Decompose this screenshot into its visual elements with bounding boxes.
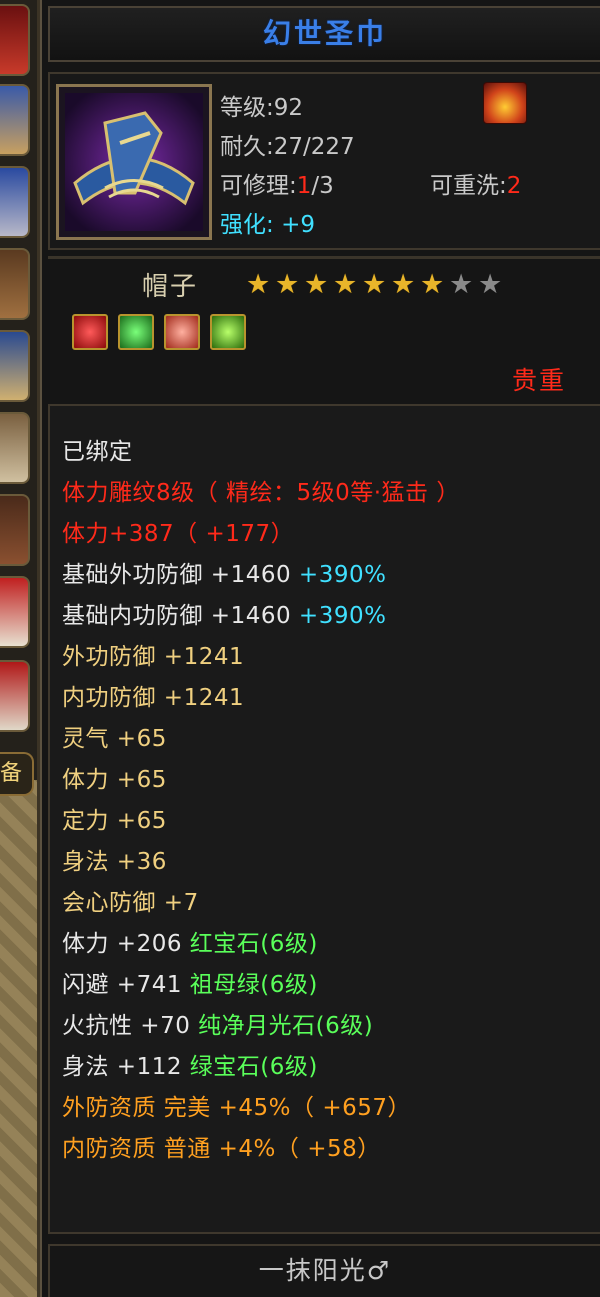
section-divider	[48, 256, 600, 259]
rewash-row: 可重洗:2	[430, 173, 522, 199]
attribute-line: 身法 +36	[62, 842, 167, 876]
star-filled-icon: ★	[420, 269, 445, 300]
level-row: 等级:92	[220, 95, 304, 121]
owner-footer: 一抹阳光♂	[48, 1244, 600, 1297]
red-gem-icon[interactable]	[72, 314, 108, 350]
attribute-line: 火抗性 +70 纯净月光石(6级)	[62, 1006, 373, 1040]
enhance-value: +9	[281, 212, 315, 238]
attribute-extra: 绿宝石(6级)	[181, 1054, 318, 1080]
equipment-tab[interactable]: 备	[0, 752, 34, 796]
equipment-slot-9[interactable]	[0, 660, 30, 732]
attribute-line: 定力 +65	[62, 801, 167, 835]
enhance-row: 强化: +9	[220, 212, 315, 238]
attribute-line: 内防资质 普通 +4%（ +58）	[62, 1129, 381, 1163]
attribute-extra: 纯净月光石(6级)	[190, 1013, 374, 1039]
item-title-bar: 幻世圣巾	[48, 6, 600, 62]
owner-name: 一抹阳光♂	[258, 1256, 392, 1285]
star-filled-icon: ★	[246, 269, 271, 300]
equipment-slot-1[interactable]	[0, 4, 30, 76]
attribute-line: 体力雕纹8级（ 精绘：5级0等·猛击 ）	[62, 473, 460, 507]
star-filled-icon: ★	[362, 269, 387, 300]
equipment-slot-2[interactable]	[0, 84, 30, 156]
star-filled-icon: ★	[391, 269, 416, 300]
attribute-extra: +390%	[291, 603, 387, 629]
equipment-slot-6[interactable]	[0, 412, 30, 484]
attribute-text: 内防资质 普通 +4%（ +58）	[62, 1136, 381, 1162]
feather-gem-icon[interactable]	[164, 314, 200, 350]
attribute-line: 体力 +65	[62, 760, 167, 794]
star-filled-icon: ★	[304, 269, 329, 300]
attribute-line: 身法 +112 绿宝石(6级)	[62, 1047, 318, 1081]
attribute-text: 基础内功防御 +1460	[62, 603, 292, 629]
repair-total: /3	[311, 173, 334, 199]
durability-row: 耐久:27/227	[220, 134, 355, 160]
level-value: 92	[273, 95, 304, 121]
attribute-extra: 红宝石(6级)	[181, 931, 318, 957]
equipment-slot-4[interactable]	[0, 248, 30, 320]
attribute-extra: +390%	[291, 562, 387, 588]
attribute-line: 基础内功防御 +1460 +390%	[62, 596, 386, 630]
repair-label: 可修理	[220, 173, 289, 199]
attribute-text: 体力 +206	[62, 931, 182, 957]
attribute-text: 身法 +112	[62, 1054, 182, 1080]
attribute-text: 体力+387（ +177）	[62, 521, 295, 547]
attribute-line: 外防资质 完美 +45%（ +657）	[62, 1088, 411, 1122]
equipment-slot-7[interactable]	[0, 494, 30, 566]
attribute-text: 火抗性 +70	[62, 1013, 191, 1039]
green-gem-icon[interactable]	[118, 314, 154, 350]
repair-used: 1	[296, 173, 312, 199]
attribute-line: 外功防御 +1241	[62, 637, 244, 671]
attribute-text: 外防资质 完美 +45%（ +657）	[62, 1095, 411, 1121]
attribute-text: 内功防御 +1241	[62, 685, 245, 711]
rewash-label: 可重洗	[430, 173, 499, 199]
equipment-tab-label: 备	[0, 761, 23, 786]
rewash-value: 2	[506, 173, 522, 199]
attribute-text: 定力 +65	[62, 808, 167, 834]
equipment-slot-8[interactable]	[0, 576, 30, 648]
item-icon	[56, 84, 212, 240]
attribute-text: 体力雕纹8级（ 精绘：5级0等·猛击 ）	[62, 480, 460, 506]
enhance-label: 强化	[220, 212, 266, 238]
ground-texture	[0, 780, 40, 1297]
headband-icon	[65, 93, 203, 231]
equipment-slot-3[interactable]	[0, 166, 30, 238]
attribute-line: 内功防御 +1241	[62, 678, 244, 712]
star-empty-icon: ★	[449, 269, 474, 300]
attribute-line: 会心防御 +7	[62, 883, 199, 917]
attribute-line: 基础外功防御 +1460 +390%	[62, 555, 386, 589]
attribute-text: 基础外功防御 +1460	[62, 562, 292, 588]
attribute-text: 闪避 +741	[62, 972, 182, 998]
attribute-line: 灵气 +65	[62, 719, 167, 753]
attribute-line: 体力 +206 红宝石(6级)	[62, 924, 318, 958]
durability-value: 27/227	[273, 134, 355, 160]
equipment-slot-5[interactable]	[0, 330, 30, 402]
attribute-text: 会心防御 +7	[62, 890, 199, 916]
attribute-extra: 祖母绿(6级)	[181, 972, 318, 998]
attribute-text: 外功防御 +1241	[62, 644, 245, 670]
repair-row: 可修理:1/3	[220, 173, 334, 199]
attribute-line: 闪避 +741 祖母绿(6级)	[62, 965, 318, 999]
star-empty-icon: ★	[478, 269, 503, 300]
item-name: 幻世圣巾	[262, 17, 387, 50]
attribute-text: 身法 +36	[62, 849, 167, 875]
attribute-text: 体力 +65	[62, 767, 167, 793]
rarity-label: 贵重	[512, 366, 567, 395]
attribute-line: 体力+387（ +177）	[62, 514, 294, 548]
attribute-text: 灵气 +65	[62, 726, 167, 752]
star-filled-icon: ★	[275, 269, 300, 300]
attribute-line: 已绑定	[62, 432, 133, 466]
equipment-slot-strip: 备	[0, 0, 40, 1297]
item-type: 帽子	[142, 272, 199, 302]
attribute-text: 已绑定	[62, 439, 133, 465]
star-filled-icon: ★	[333, 269, 358, 300]
flame-emblem-icon	[483, 82, 527, 124]
jade-gem-icon[interactable]	[210, 314, 246, 350]
durability-label: 耐久	[220, 134, 266, 160]
level-label: 等级	[220, 95, 266, 121]
